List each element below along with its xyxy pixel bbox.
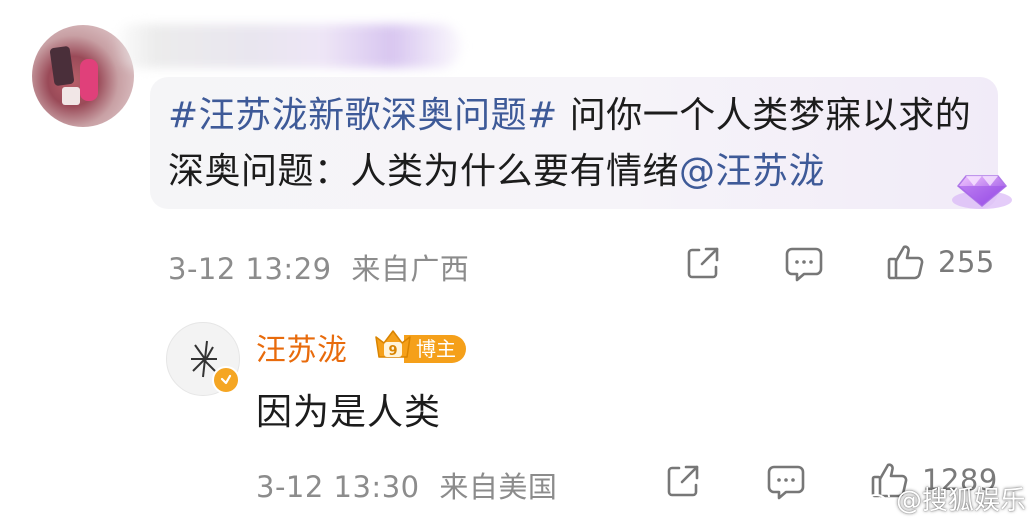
comment-meta: 3-12 13:29 来自广西 (168, 246, 469, 288)
share-icon (667, 465, 699, 497)
comment-like-button[interactable]: 255 (886, 242, 995, 282)
comment-timestamp: 3-12 13:29 (168, 252, 332, 286)
hashtag-link[interactable]: #汪苏泷新歌深奥问题# (168, 95, 558, 136)
comment-text: #汪苏泷新歌深奥问题# 问你一个人类梦寐以求的深奥问题：人类为什么要有情绪@汪苏… (168, 88, 988, 200)
mention-link[interactable]: @汪苏泷 (679, 151, 825, 192)
reply-text: 因为是人类 (256, 392, 442, 433)
reply-share-button[interactable] (664, 462, 702, 500)
reply-author-name[interactable]: 汪苏泷 (256, 325, 348, 369)
gem-badge-icon (952, 175, 1012, 209)
verified-icon (220, 374, 232, 385)
share-icon (687, 247, 719, 279)
comment-icon (785, 247, 823, 282)
crown-badge-icon: 9 (375, 330, 411, 359)
watermark-text: @搜狐娱乐 (896, 486, 1027, 516)
comment-reply-button[interactable] (784, 245, 824, 283)
comment-location: 来自广西 (351, 252, 470, 286)
reply-reply-button[interactable] (766, 463, 806, 501)
commenter-name-blurred (112, 24, 462, 68)
reply-meta: 3-12 13:30 来自美国 (256, 464, 557, 506)
comment-icon (767, 465, 805, 500)
weibo-logo-icon (865, 488, 890, 510)
comment-like-count: 255 (938, 245, 995, 279)
verified-badge (212, 366, 240, 394)
reply-location: 来自美国 (439, 470, 558, 504)
like-icon (887, 245, 924, 280)
crown-badge-level: 9 (388, 344, 397, 359)
source-watermark: @搜狐娱乐 (864, 480, 1026, 517)
reply-timestamp: 3-12 13:30 (256, 470, 420, 504)
comment-share-button[interactable] (684, 244, 722, 282)
